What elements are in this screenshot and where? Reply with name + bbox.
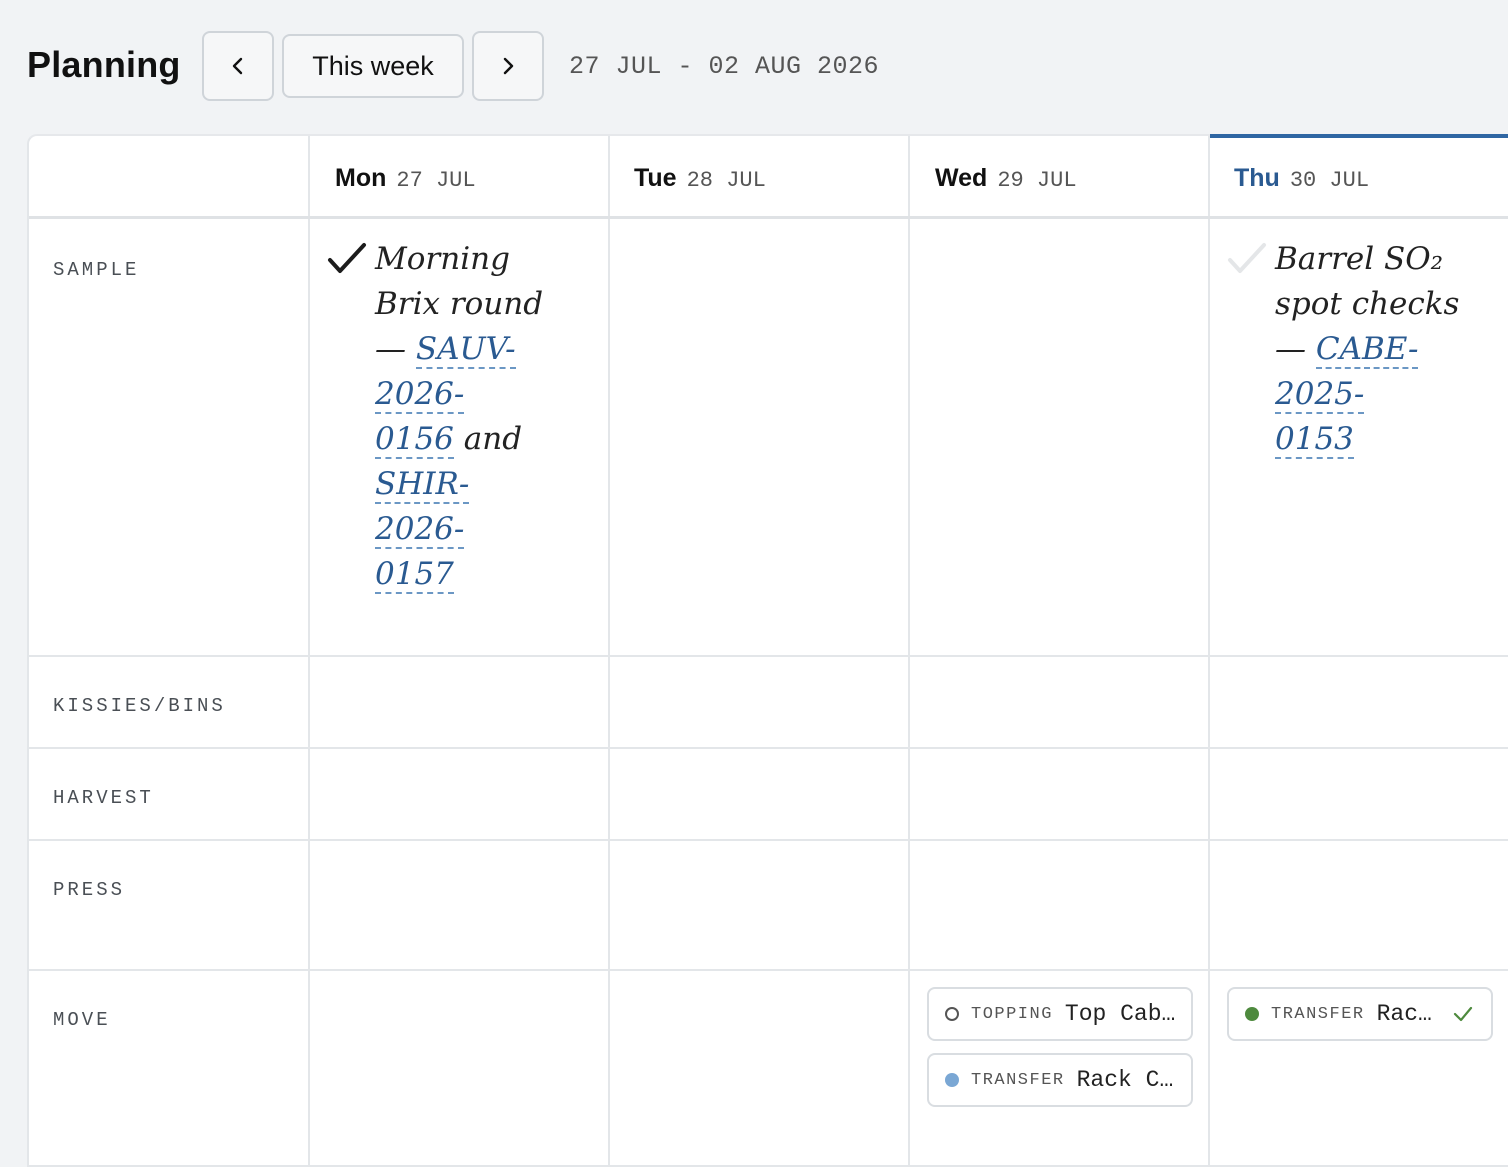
date-range: 27 JUL - 02 AUG 2026: [569, 52, 880, 81]
status-dot: [1245, 1007, 1259, 1021]
move-type: TRANSFER: [971, 1070, 1065, 1090]
batch-link-shir[interactable]: SHIR-: [375, 466, 470, 504]
task-text: Morning: [375, 241, 510, 277]
task-text: Barrel SO₂: [1275, 241, 1444, 277]
day-date: 27 JUL: [396, 168, 476, 193]
day-date: 29 JUL: [997, 168, 1077, 193]
batch-link-cabe[interactable]: 2025-: [1275, 376, 1365, 414]
done-check-icon: [1453, 1006, 1473, 1022]
move-chip-transfer-done[interactable]: TRANSFER Rac…: [1227, 987, 1493, 1041]
day-name: Thu: [1234, 164, 1280, 192]
row-divider: [29, 747, 1508, 749]
toolbar: Planning This week 27 JUL - 02 AUG 2026: [0, 0, 1508, 134]
move-label: Rack C…: [1076, 1067, 1174, 1093]
task-text: and: [463, 421, 523, 457]
today-indicator: [1210, 134, 1508, 138]
day-name: Tue: [634, 164, 677, 192]
status-dot: [945, 1073, 959, 1087]
move-type: TOPPING: [971, 1004, 1053, 1024]
planning-grid: Mon 27 JUL Tue 28 JUL Wed 29 JUL Thu 30 …: [27, 134, 1508, 1167]
this-week-button[interactable]: This week: [282, 34, 464, 98]
previous-week-button[interactable]: [202, 31, 274, 101]
task-barrel-so2-spot-checks[interactable]: Barrel SO₂ spot checks — CABE- 2025- 015…: [1275, 237, 1505, 462]
move-label: Rac…: [1376, 1001, 1432, 1027]
page-title: Planning: [27, 44, 181, 85]
day-date: 28 JUL: [686, 168, 766, 193]
column-divider: [1208, 136, 1210, 1167]
task-dash: —: [1275, 331, 1306, 367]
row-label-kissies-bins: KISSIES/BINS: [53, 695, 226, 717]
batch-link-shir[interactable]: 2026-: [375, 511, 465, 549]
column-divider: [908, 136, 910, 1167]
day-header-thu[interactable]: Thu 30 JUL: [1234, 164, 1369, 193]
day-header-tue[interactable]: Tue 28 JUL: [634, 164, 766, 193]
day-name: Mon: [335, 164, 387, 192]
batch-link-sauv[interactable]: 0156: [375, 421, 454, 459]
task-dash: —: [375, 331, 406, 367]
move-chip-transfer[interactable]: TRANSFER Rack C…: [927, 1053, 1193, 1107]
row-divider: [29, 655, 1508, 657]
next-week-button[interactable]: [472, 31, 544, 101]
task-morning-brix-round[interactable]: Morning Brix round — SAUV- 2026- 0156 an…: [375, 237, 605, 597]
row-label-press: PRESS: [53, 879, 126, 901]
task-incomplete-check-icon[interactable]: [1227, 242, 1267, 278]
chevron-left-icon: [232, 57, 243, 75]
header-divider: [29, 216, 1508, 219]
batch-link-sauv[interactable]: 2026-: [375, 376, 465, 414]
move-type: TRANSFER: [1271, 1004, 1365, 1024]
row-divider: [29, 839, 1508, 841]
batch-link-cabe[interactable]: CABE-: [1315, 331, 1419, 369]
batch-link-cabe[interactable]: 0153: [1275, 421, 1354, 459]
move-chip-topping[interactable]: TOPPING Top Cab…: [927, 987, 1193, 1041]
task-complete-check-icon[interactable]: [327, 242, 367, 278]
task-text: spot checks: [1275, 286, 1460, 322]
task-text: Brix round: [375, 286, 544, 322]
day-name: Wed: [935, 164, 988, 192]
status-dot: [945, 1007, 959, 1021]
column-divider: [308, 136, 310, 1167]
batch-link-sauv[interactable]: SAUV-: [415, 331, 516, 369]
row-label-move: MOVE: [53, 1009, 111, 1031]
column-divider: [608, 136, 610, 1167]
chevron-right-icon: [503, 57, 514, 75]
row-label-harvest: HARVEST: [53, 787, 154, 809]
batch-link-shir[interactable]: 0157: [375, 556, 454, 594]
day-header-wed[interactable]: Wed 29 JUL: [935, 164, 1077, 193]
row-divider: [29, 969, 1508, 971]
row-label-sample: SAMPLE: [53, 259, 140, 281]
day-header-mon[interactable]: Mon 27 JUL: [335, 164, 476, 193]
day-date: 30 JUL: [1289, 168, 1370, 193]
move-label: Top Cab…: [1064, 1001, 1176, 1027]
